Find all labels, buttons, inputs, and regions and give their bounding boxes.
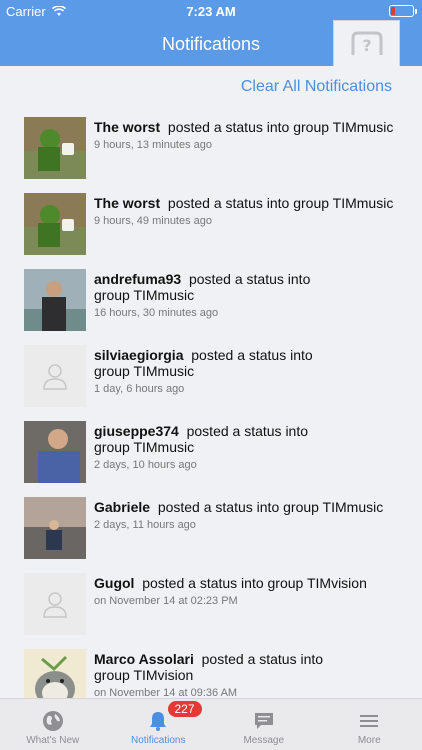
notification-item[interactable]: Gabriele posted a status into group TIMm…: [0, 488, 422, 564]
notification-item[interactable]: The worst posted a status into group TIM…: [0, 184, 422, 260]
nav-header: Carrier 7:23 AM Notifications ?: [0, 0, 422, 66]
tab-bar: What's New Notifications 227 Message Mor…: [0, 698, 422, 750]
svg-text:?: ?: [362, 36, 371, 55]
notification-user-name[interactable]: silviaegiorgia: [94, 347, 183, 363]
avatar: [24, 573, 86, 635]
notification-time: 2 days, 10 hours ago: [94, 459, 197, 471]
status-bar: Carrier 7:23 AM: [0, 0, 422, 22]
notification-user-name[interactable]: Marco Assolari: [94, 651, 194, 667]
avatar: [24, 193, 86, 255]
notification-item[interactable]: The worst posted a status into group TIM…: [0, 108, 422, 184]
globe-icon: [42, 711, 63, 731]
default-person-icon: [43, 592, 67, 618]
avatar: [24, 269, 86, 331]
notification-item[interactable]: andrefuma93 posted a status into group T…: [0, 260, 422, 336]
notification-item[interactable]: silviaegiorgia posted a status into grou…: [0, 336, 422, 412]
avatar: [24, 117, 86, 179]
avatar: [24, 421, 86, 483]
notification-item[interactable]: giuseppe374 posted a status into group T…: [0, 412, 422, 488]
bell-icon: [150, 712, 167, 731]
notification-time: 2 days, 11 hours ago: [94, 519, 196, 531]
notification-time: 16 hours, 30 minutes ago: [94, 307, 219, 319]
notification-action: posted a status into group TIMmusic: [157, 499, 384, 515]
tab-label: Message: [243, 735, 285, 746]
battery-icon: [389, 5, 417, 17]
default-person-icon: [43, 364, 67, 390]
notification-time: 9 hours, 13 minutes ago: [94, 139, 213, 151]
tab-label: More: [357, 735, 381, 746]
profile-avatar-button[interactable]: ?: [333, 20, 400, 66]
notification-time: on November 14 at 02:23 PM: [94, 595, 238, 607]
notification-user-name[interactable]: The worst: [94, 119, 160, 135]
notification-item[interactable]: Gugol posted a status into group TIMvisi…: [0, 564, 422, 640]
tab-whats-new[interactable]: What's New: [0, 699, 106, 750]
notification-count-badge: 227: [167, 701, 202, 717]
avatar: [24, 649, 86, 698]
menu-icon: [360, 715, 379, 727]
chat-icon: [254, 713, 273, 729]
notification-user-name[interactable]: The worst: [94, 195, 160, 211]
notification-user-name[interactable]: Gugol: [94, 575, 134, 591]
notification-item[interactable]: Marco Assolari posted a status into grou…: [0, 640, 422, 698]
notification-time: 9 hours, 49 minutes ago: [94, 215, 213, 227]
clock: 7:23 AM: [186, 4, 236, 19]
avatar: [24, 497, 86, 559]
notification-action: posted a status into group TIMvision: [142, 575, 367, 591]
notification-user-name[interactable]: giuseppe374: [94, 423, 179, 439]
notification-action: posted a status into group TIMmusic: [167, 195, 394, 211]
notification-action: posted a status into group TIMmusic: [167, 119, 394, 135]
tab-more[interactable]: More: [317, 699, 422, 750]
tab-notifications[interactable]: Notifications 227: [106, 699, 212, 750]
tab-label: What's New: [26, 735, 80, 746]
notification-list: The worst posted a status into group TIM…: [0, 108, 422, 698]
unknown-user-icon: ?: [351, 31, 382, 55]
tab-label: Notifications: [131, 735, 186, 746]
notification-time: 1 day, 6 hours ago: [94, 383, 185, 395]
avatar: [24, 345, 86, 407]
notification-time: on November 14 at 09:36 AM: [94, 687, 238, 698]
notification-user-name[interactable]: Gabriele: [94, 499, 150, 515]
clear-all-button[interactable]: Clear All Notifications: [241, 78, 392, 96]
tab-message[interactable]: Message: [211, 699, 317, 750]
notification-user-name[interactable]: andrefuma93: [94, 271, 181, 287]
